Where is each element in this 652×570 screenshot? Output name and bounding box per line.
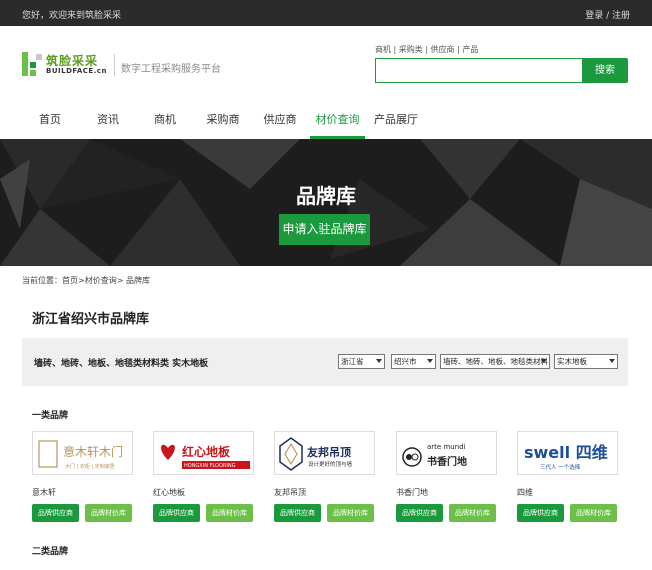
top-bar: 您好，欢迎来到筑脸采采 登录 / 注册	[0, 0, 652, 26]
page-title: 浙江省绍兴市品牌库	[32, 312, 150, 327]
brand-logo-shuxiang: arte mundi 书香门地	[402, 443, 467, 468]
svg-text:swell 四维: swell 四维	[524, 443, 608, 462]
brand-card: 友邦吊顶 设计更好的顶与墙 友邦吊顶 品牌供应商 品牌材价库	[274, 431, 375, 523]
city-select[interactable]: 绍兴市	[391, 354, 436, 369]
filter-label: 墙砖、地砖、地板、地毯类材料类 实木地板	[34, 359, 209, 369]
brand-name[interactable]: 意木轩	[32, 487, 56, 498]
welcome-text: 您好，欢迎来到筑脸采采	[22, 11, 122, 21]
svg-text:HONGXIN FLOORING: HONGXIN FLOORING	[184, 463, 236, 469]
province-select-value: 浙江省	[341, 357, 364, 366]
brand-price-button[interactable]: 品牌材价库	[85, 504, 132, 522]
apply-brand-button[interactable]: 申请入驻品牌库	[279, 214, 370, 245]
section-title-first: 一类品牌	[32, 411, 69, 421]
chevron-down-icon	[609, 359, 615, 363]
svg-text:红心地板: 红心地板	[182, 444, 231, 459]
brand-card: arte mundi 书香门地 书香门地 品牌供应商 品牌材价库	[396, 431, 497, 523]
brand-price-button[interactable]: 品牌材价库	[327, 504, 374, 522]
svg-text:三代人 一个选择: 三代人 一个选择	[540, 463, 581, 471]
category-select-value: 墙砖、地砖、地板、地毯类材料	[443, 357, 548, 366]
brand-supplier-button[interactable]: 品牌供应商	[153, 504, 200, 522]
chevron-down-icon	[541, 359, 547, 363]
brand-logo[interactable]: 友邦吊顶 设计更好的顶与墙	[274, 431, 375, 475]
svg-text:意木轩木门: 意木轩木门	[63, 444, 123, 459]
subcategory-select-value: 实木地板	[557, 357, 587, 366]
main-nav: 首页 资讯 商机 采购商 供应商 材价查询 产品展厅	[0, 106, 652, 139]
brand-card: 红心地板 HONGXIN FLOORING 红心地板 品牌供应商 品牌材价库	[153, 431, 254, 523]
logo-mark-icon	[22, 52, 42, 76]
section-title-second: 二类品牌	[32, 547, 69, 557]
search-button[interactable]: 搜索	[582, 58, 628, 83]
brand-supplier-button[interactable]: 品牌供应商	[274, 504, 321, 522]
brand-supplier-button[interactable]: 品牌供应商	[32, 504, 79, 522]
brand-price-button[interactable]: 品牌材价库	[449, 504, 496, 522]
brand-name[interactable]: 书香门地	[396, 487, 428, 498]
nav-item-news[interactable]: 资讯	[88, 106, 128, 139]
brand-name[interactable]: 友邦吊顶	[274, 487, 306, 498]
svg-text:书香门地: 书香门地	[427, 455, 467, 468]
svg-text:友邦吊顶: 友邦吊顶	[307, 445, 351, 459]
nav-item-business[interactable]: 商机	[145, 106, 185, 139]
brand-name[interactable]: 红心地板	[153, 487, 185, 498]
brand-supplier-button[interactable]: 品牌供应商	[396, 504, 443, 522]
subcategory-select[interactable]: 实木地板	[554, 354, 618, 369]
filter-bar: 墙砖、地砖、地板、地毯类材料类 实木地板 浙江省 绍兴市 墙砖、地砖、地板、地毯…	[22, 338, 628, 386]
nav-item-home[interactable]: 首页	[30, 106, 70, 139]
brand-logo[interactable]: swell 四维 三代人 一个选择	[517, 431, 618, 475]
brand-supplier-button[interactable]: 品牌供应商	[517, 504, 564, 522]
hero-title: 品牌库	[296, 184, 356, 208]
nav-item-price-query[interactable]: 材价查询	[310, 106, 365, 139]
svg-text:木门 | 衣柜 | 定制家居: 木门 | 衣柜 | 定制家居	[65, 463, 115, 470]
breadcrumb: 当前位置：首页>材价查询> 品牌库	[22, 276, 150, 285]
logo-divider	[114, 54, 115, 76]
site-logo[interactable]: 筑脸采采 BUILDFACE.cn 数字工程采购服务平台	[22, 52, 221, 80]
category-select[interactable]: 墙砖、地砖、地板、地毯类材料	[440, 354, 550, 369]
brand-price-button[interactable]: 品牌材价库	[570, 504, 617, 522]
nav-item-buyers[interactable]: 采购商	[202, 106, 244, 139]
brand-logo[interactable]: arte mundi 书香门地	[396, 431, 497, 475]
brand-logo-hongxin: 红心地板 HONGXIN FLOORING	[161, 444, 250, 469]
brand-logo-yimuxuan: 意木轩木门 木门 | 衣柜 | 定制家居	[38, 440, 123, 470]
chevron-down-icon	[427, 359, 433, 363]
brand-name[interactable]: 四维	[517, 487, 533, 498]
brand-logo-swell: swell 四维 三代人 一个选择	[524, 443, 608, 471]
search-categories[interactable]: 商机 | 采购类 | 供应商 | 产品	[375, 44, 478, 55]
heart-icon	[161, 444, 175, 460]
chevron-down-icon	[376, 359, 382, 363]
svg-text:设计更好的顶与墙: 设计更好的顶与墙	[308, 460, 353, 468]
nav-item-suppliers[interactable]: 供应商	[260, 106, 300, 139]
brand-logo[interactable]: 红心地板 HONGXIN FLOORING	[153, 431, 254, 475]
province-select[interactable]: 浙江省	[338, 354, 385, 369]
city-select-value: 绍兴市	[394, 357, 417, 366]
brand-logo-youbang: 友邦吊顶 设计更好的顶与墙	[279, 437, 353, 471]
brand-card: 意木轩木门 木门 | 衣柜 | 定制家居 意木轩 品牌供应商 品牌材价库	[32, 431, 133, 523]
brand-logo[interactable]: 意木轩木门 木门 | 衣柜 | 定制家居	[32, 431, 133, 475]
brand-card: swell 四维 三代人 一个选择 四维 品牌供应商 品牌材价库	[517, 431, 618, 523]
search-input[interactable]	[375, 58, 583, 83]
brand-price-button[interactable]: 品牌材价库	[206, 504, 253, 522]
login-register-link[interactable]: 登录 / 注册	[585, 8, 630, 21]
logo-english: BUILDFACE.cn	[46, 67, 108, 75]
nav-item-showroom[interactable]: 产品展厅	[370, 106, 422, 139]
svg-text:arte mundi: arte mundi	[427, 443, 466, 451]
logo-slogan: 数字工程采购服务平台	[121, 64, 221, 75]
